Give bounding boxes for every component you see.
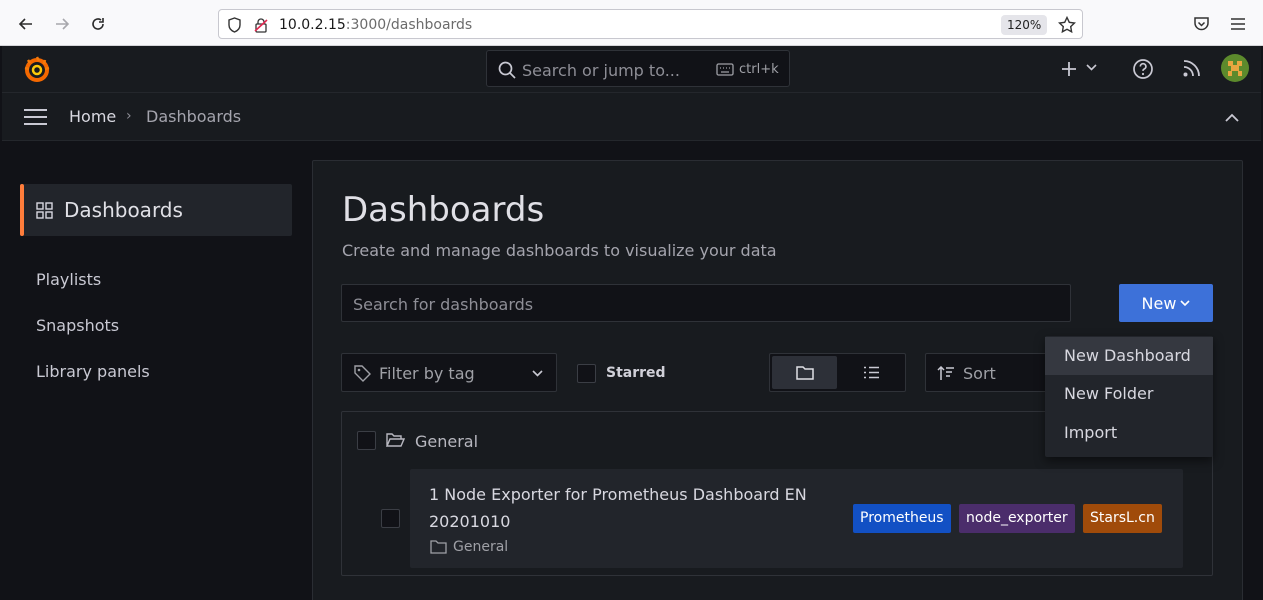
chevron-down-icon — [1180, 299, 1191, 306]
insecure-lock-icon — [254, 18, 268, 33]
dashboard-folder: General — [453, 539, 509, 555]
breadcrumb-current: Dashboards — [146, 107, 242, 126]
help-icon[interactable] — [1132, 58, 1154, 80]
filter-by-tag-label: Filter by tag — [379, 364, 475, 383]
sidebar-item-dashboards[interactable]: Dashboards — [20, 184, 292, 236]
shield-icon — [228, 17, 241, 33]
url-path: :3000/dashboards — [345, 17, 473, 33]
folder-open-icon — [386, 433, 405, 447]
reload-icon — [92, 18, 104, 30]
active-indicator — [20, 184, 24, 236]
back-button[interactable] — [13, 11, 39, 37]
menu-item-new-dashboard[interactable]: New Dashboard — [1045, 337, 1213, 375]
grafana-topbar: Search or jump to... ctrl+k — [2, 46, 1261, 93]
hamburger-menu-icon[interactable] — [1230, 17, 1246, 31]
keyboard-icon — [716, 63, 734, 76]
starred-checkbox[interactable] — [577, 364, 596, 383]
user-avatar[interactable] — [1220, 53, 1250, 83]
folder-icon — [430, 540, 447, 554]
url-host: 10.0.2.15 — [279, 17, 346, 33]
add-new-button[interactable] — [1060, 58, 1102, 80]
sidebar-item-library-panels[interactable]: Library panels — [36, 362, 150, 381]
arrow-right-icon — [56, 18, 70, 30]
url-text: 10.0.2.15:3000/dashboards — [279, 17, 472, 33]
dashboard-checkbox[interactable] — [381, 509, 400, 528]
search-icon — [498, 61, 516, 79]
sidebar-item-snapshots[interactable]: Snapshots — [36, 316, 119, 335]
tag-starsl[interactable]: StarsL.cn — [1083, 504, 1162, 533]
new-button[interactable]: New — [1119, 284, 1213, 322]
folder-view-button[interactable] — [772, 356, 837, 389]
dashboard-search-input[interactable]: Search for dashboards — [341, 284, 1071, 322]
starred-label: Starred — [606, 365, 666, 381]
view-mode-toggle — [769, 353, 906, 392]
chevron-up-icon[interactable] — [1225, 113, 1239, 122]
menu-item-import[interactable]: Import — [1045, 414, 1213, 452]
menu-toggle-icon[interactable] — [23, 108, 48, 126]
sort-label: Sort — [963, 364, 996, 383]
menu-item-new-folder[interactable]: New Folder — [1045, 375, 1213, 413]
new-button-label: New — [1141, 293, 1177, 313]
dashboard-search-placeholder: Search for dashboards — [353, 295, 534, 314]
apps-grid-icon — [36, 202, 53, 219]
address-bar[interactable]: 10.0.2.15:3000/dashboards 120% — [218, 9, 1083, 39]
breadcrumb-separator: › — [126, 108, 132, 124]
sidebar-item-playlists[interactable]: Playlists — [36, 270, 101, 289]
pocket-icon[interactable] — [1193, 16, 1210, 32]
tag-prometheus[interactable]: Prometheus — [853, 504, 951, 533]
forward-button[interactable] — [49, 11, 75, 37]
new-dropdown-menu: New Dashboard New Folder Import — [1045, 336, 1213, 457]
grafana-logo-icon[interactable] — [22, 54, 52, 84]
arrow-left-icon — [18, 18, 32, 30]
breadcrumb-bar: Home › Dashboards — [2, 93, 1261, 141]
global-search[interactable]: Search or jump to... ctrl+k — [486, 50, 790, 87]
page-title: Dashboards — [342, 190, 545, 230]
folder-name[interactable]: General — [415, 432, 478, 451]
dashboard-title[interactable]: 1 Node Exporter for Prometheus Dashboard… — [429, 481, 839, 535]
reload-button[interactable] — [85, 11, 111, 37]
global-search-placeholder: Search or jump to... — [522, 61, 680, 80]
shortcut-hint: ctrl+k — [739, 62, 779, 77]
browser-toolbar: 10.0.2.15:3000/dashboards 120% — [0, 0, 1263, 46]
tag-node-exporter[interactable]: node_exporter — [959, 504, 1075, 533]
filter-by-tag-select[interactable]: Filter by tag — [341, 353, 557, 392]
folder-checkbox[interactable] — [357, 431, 376, 450]
chevron-down-icon — [532, 370, 543, 377]
news-feed-icon[interactable] — [1182, 59, 1201, 78]
sort-select[interactable]: Sort — [925, 353, 1055, 392]
tag-icon — [354, 365, 371, 382]
list-view-button[interactable] — [838, 356, 904, 389]
list-icon — [863, 366, 879, 379]
sort-icon — [937, 366, 954, 380]
chevron-down-icon — [1086, 64, 1097, 71]
breadcrumb-home[interactable]: Home — [69, 107, 116, 126]
zoom-indicator[interactable]: 120% — [1001, 15, 1048, 35]
sidebar-item-label: Dashboards — [64, 198, 183, 222]
folder-icon — [795, 365, 814, 380]
bookmark-star-icon[interactable] — [1058, 16, 1076, 34]
page-subtitle: Create and manage dashboards to visualiz… — [342, 241, 777, 260]
plus-icon — [1062, 62, 1076, 76]
